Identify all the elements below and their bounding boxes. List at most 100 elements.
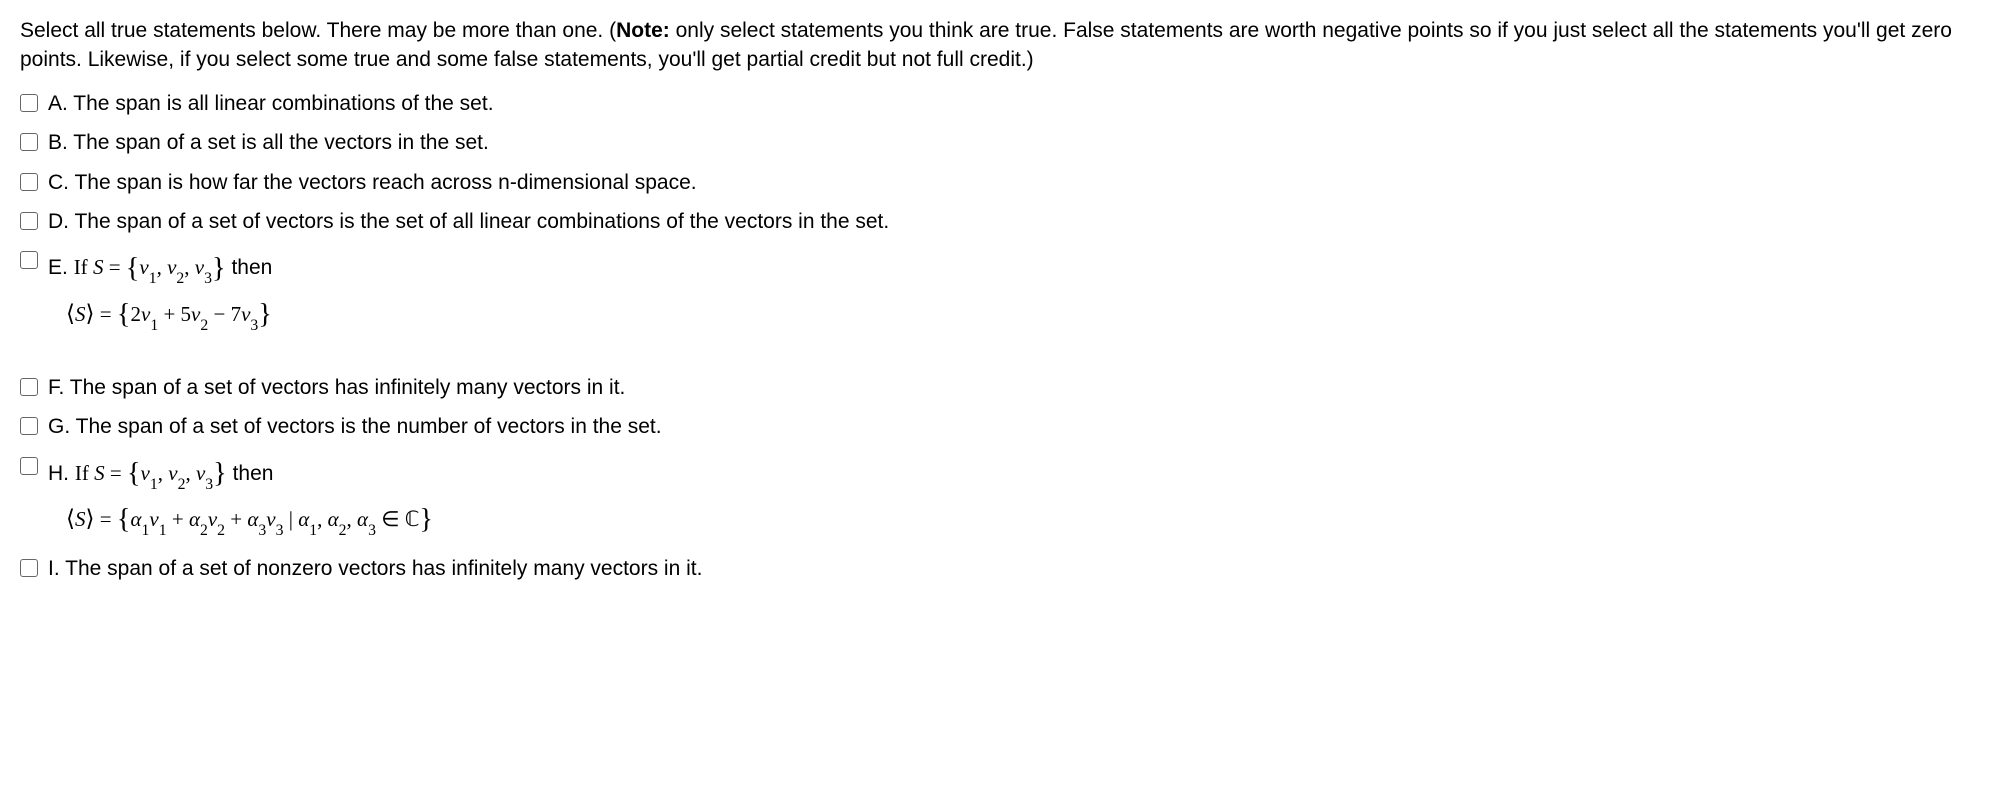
instructions-note-label: Note:: [616, 19, 670, 42]
option-f-label: F. The span of a set of vectors has infi…: [48, 376, 625, 399]
h-comma3: ,: [317, 507, 328, 531]
option-b-label: B. The span of a set is all the vectors …: [48, 131, 489, 154]
h-brace-close2: }: [419, 504, 433, 535]
h-v2: v: [168, 461, 177, 485]
h-S: S: [94, 461, 105, 485]
option-b-checkbox[interactable]: [20, 133, 38, 151]
e-if: If: [74, 255, 93, 279]
h-eq2: =: [95, 507, 117, 531]
option-c-row: C. The span is how far the vectors reach…: [20, 168, 1994, 197]
e-v1b: v: [141, 302, 150, 326]
h-v1b: v: [149, 507, 158, 531]
h-vsub2: 2: [217, 522, 225, 539]
e-brace-open: {: [126, 253, 140, 284]
e-comma2: ,: [184, 255, 195, 279]
e-comma1: ,: [157, 255, 168, 279]
e-v3: v: [195, 255, 204, 279]
e-angle-close: ⟩: [86, 300, 95, 326]
h-comma2: ,: [185, 461, 196, 485]
h-eq: =: [105, 461, 127, 485]
option-d-row: D. The span of a set of vectors is the s…: [20, 207, 1994, 236]
h-asub1c: 1: [309, 522, 317, 539]
option-a-content: A. The span is all linear combinations o…: [48, 89, 1994, 118]
option-f-row: F. The span of a set of vectors has infi…: [20, 373, 1994, 402]
e-c7: 7: [231, 302, 242, 326]
e-c5: 5: [181, 302, 192, 326]
e-angle-open: ⟨: [66, 300, 75, 326]
option-e-checkbox[interactable]: [20, 251, 38, 269]
e-brace-open2: {: [117, 299, 131, 330]
option-h-label: H. If S = {v1, v2, v3} then: [48, 462, 273, 485]
h-angle-open: ⟨: [66, 505, 75, 531]
e-sub3: 3: [204, 270, 212, 287]
e-brace-close2: }: [258, 299, 272, 330]
h-asub2: 2: [200, 522, 208, 539]
h-a1: α: [130, 507, 141, 531]
h-brace-open2: {: [117, 504, 131, 535]
h-brace-open: {: [127, 458, 141, 489]
option-i-row: I. The span of a set of nonzero vectors …: [20, 554, 1994, 583]
h-comma4: ,: [347, 507, 358, 531]
h-v3b: v: [266, 507, 275, 531]
option-d-label: D. The span of a set of vectors is the s…: [48, 210, 889, 233]
h-asub3c: 3: [368, 522, 376, 539]
e-sub1b: 1: [150, 317, 158, 334]
option-i-checkbox[interactable]: [20, 559, 38, 577]
option-f-checkbox[interactable]: [20, 378, 38, 396]
option-h-math-line: ⟨S⟩ = {α1v1 + α2v2 + α3v3 | α1, α2, α3 ∈…: [66, 498, 1994, 538]
h-a3: α: [247, 507, 258, 531]
e-then: then: [226, 256, 273, 279]
e-sub2b: 2: [200, 317, 208, 334]
h-brace-close: }: [213, 458, 227, 489]
option-e-math-line: ⟨S⟩ = {2v1 + 5v2 − 7v3}: [66, 293, 1994, 333]
option-g-content: G. The span of a set of vectors is the n…: [48, 412, 1994, 441]
e-sub1: 1: [149, 270, 157, 287]
option-b-content: B. The span of a set is all the vectors …: [48, 128, 1994, 157]
e-S2: S: [75, 302, 86, 326]
e-v1: v: [139, 255, 148, 279]
option-e-content: E. If S = {v1, v2, v3} then ⟨S⟩ = {2v1 +…: [48, 246, 1994, 332]
h-angle-close: ⟩: [86, 505, 95, 531]
option-h-content: H. If S = {v1, v2, v3} then ⟨S⟩ = {α1v1 …: [48, 452, 1994, 538]
h-v3: v: [196, 461, 205, 485]
option-g-checkbox[interactable]: [20, 417, 38, 435]
h-S2: S: [75, 507, 86, 531]
option-c-content: C. The span is how far the vectors reach…: [48, 168, 1994, 197]
e-plus: +: [158, 302, 180, 326]
option-a-row: A. The span is all linear combinations o…: [20, 89, 1994, 118]
h-a3c: α: [357, 507, 368, 531]
instructions-part1: Select all true statements below. There …: [20, 19, 616, 42]
option-i-content: I. The span of a set of nonzero vectors …: [48, 554, 1994, 583]
h-sub3: 3: [205, 476, 213, 493]
question-instructions: Select all true statements below. There …: [20, 16, 1994, 75]
option-h-checkbox[interactable]: [20, 457, 38, 475]
e-v2b: v: [191, 302, 200, 326]
e-c2: 2: [130, 302, 141, 326]
h-vsub3: 3: [276, 522, 284, 539]
option-c-label: C. The span is how far the vectors reach…: [48, 171, 697, 194]
h-sub1: 1: [150, 476, 158, 493]
option-a-checkbox[interactable]: [20, 94, 38, 112]
h-a2: α: [189, 507, 200, 531]
option-h-math-inline: If S = {v1, v2, v3}: [75, 461, 227, 485]
option-d-checkbox[interactable]: [20, 212, 38, 230]
option-f-content: F. The span of a set of vectors has infi…: [48, 373, 1994, 402]
h-C: ℂ: [405, 507, 420, 531]
h-vsub1: 1: [159, 522, 167, 539]
option-e-row: E. If S = {v1, v2, v3} then ⟨S⟩ = {2v1 +…: [20, 246, 1994, 332]
option-g-label: G. The span of a set of vectors is the n…: [48, 415, 662, 438]
h-a1c: α: [298, 507, 309, 531]
option-e-prefix: E.: [48, 256, 74, 279]
h-sub2: 2: [178, 476, 186, 493]
option-e-label: E. If S = {v1, v2, v3} then: [48, 256, 272, 279]
h-if: If: [75, 461, 94, 485]
h-a2c: α: [328, 507, 339, 531]
option-c-checkbox[interactable]: [20, 173, 38, 191]
option-g-row: G. The span of a set of vectors is the n…: [20, 412, 1994, 441]
e-brace-close: }: [212, 253, 226, 284]
option-a-label: A. The span is all linear combinations o…: [48, 92, 494, 115]
h-in: ∈: [376, 507, 405, 531]
h-asub3: 3: [258, 522, 266, 539]
h-bar: |: [284, 507, 299, 531]
h-asub2c: 2: [339, 522, 347, 539]
